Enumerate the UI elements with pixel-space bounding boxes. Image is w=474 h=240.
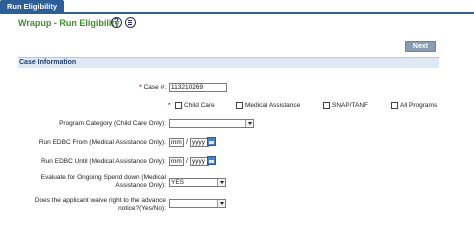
spend-down-value: YES [171, 179, 185, 186]
edbc-until-month-input[interactable]: mm [169, 157, 184, 166]
waive-notice-label: Does the applicant waive right to the ad… [10, 197, 166, 213]
chevron-down-icon [217, 179, 225, 186]
edbc-from-label: Run EDBC From (Medical Assistance Only): [38, 139, 166, 146]
edbc-from-month-input[interactable]: mm [169, 138, 184, 147]
document-icon[interactable] [125, 17, 136, 28]
date-separator: / [186, 158, 188, 165]
program-category-select[interactable] [169, 119, 254, 128]
calendar-icon[interactable] [207, 137, 216, 146]
spend-down-label-line1: Evaluate for Ongoing Spend down (Medical [40, 174, 166, 181]
tab-run-eligibility[interactable]: Run Eligibility [0, 0, 64, 13]
tab-bar: Run Eligibility [0, 0, 474, 14]
chevron-down-icon [217, 200, 225, 207]
waive-notice-label-line2: notice?(Yes/No): [118, 205, 166, 212]
calendar-icon[interactable] [207, 156, 216, 165]
medical-assistance-checkbox[interactable] [236, 102, 243, 109]
program-category-label: Program Category (Child Care Only): [59, 120, 166, 127]
case-number-input[interactable]: 113210269 [169, 83, 227, 92]
waive-notice-label-line1: Does the applicant waive right to the ad… [34, 197, 166, 204]
programs-required-marker: * [168, 102, 171, 109]
edbc-until-label: Run EDBC Until (Medical Assistance Only)… [41, 158, 166, 165]
page-title: Wrapup - Run Eligibility [18, 18, 120, 28]
child-care-checkbox[interactable] [175, 102, 182, 109]
help-icon[interactable]: ? [111, 17, 122, 28]
spend-down-label-line2: Assistance Only): [115, 182, 166, 189]
medical-assistance-label: Medical Assistance [245, 102, 301, 109]
case-number-label: * Case #: [100, 84, 166, 92]
all-programs-checkbox[interactable] [391, 102, 398, 109]
required-marker: * [139, 84, 142, 91]
case-number-label-text: Case #: [143, 84, 166, 91]
chevron-down-icon [245, 120, 253, 127]
waive-notice-select[interactable] [169, 199, 226, 208]
spend-down-label: Evaluate for Ongoing Spend down (Medical… [10, 174, 166, 190]
section-header-case-information: Case Information [18, 57, 439, 68]
all-programs-label: All Programs [400, 102, 438, 109]
snap-tanf-label: SNAP/TANF [332, 102, 368, 109]
spend-down-select[interactable]: YES [169, 178, 226, 187]
snap-tanf-checkbox[interactable] [323, 102, 330, 109]
next-button[interactable]: Next [405, 41, 436, 52]
date-separator: / [186, 139, 188, 146]
child-care-label: Child Care [184, 102, 215, 109]
